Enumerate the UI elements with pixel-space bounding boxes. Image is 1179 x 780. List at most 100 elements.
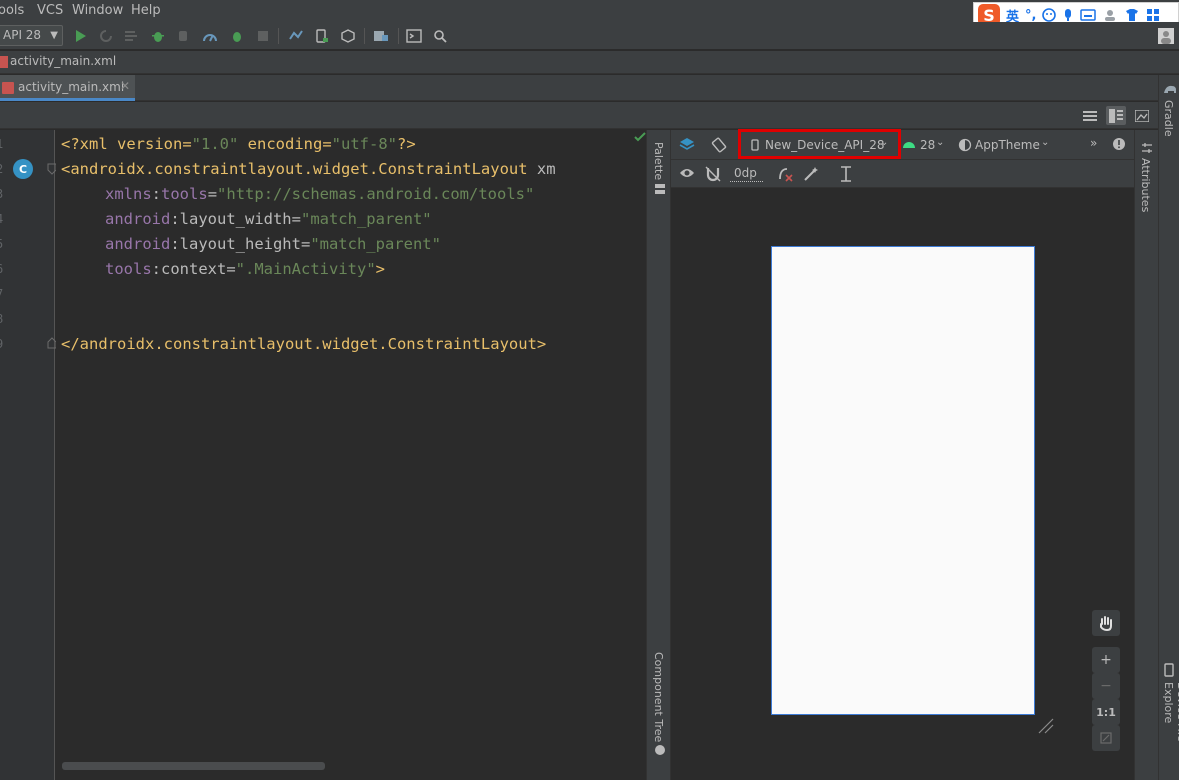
horizontal-scrollbar[interactable] xyxy=(62,762,325,770)
root-close-tag: </androidx.constraintlayout.widget.Const… xyxy=(61,335,547,353)
code-editor[interactable]: <?xml version="1.0" encoding="utf-8"?> <… xyxy=(56,130,646,780)
profile-icon[interactable] xyxy=(201,27,219,45)
code-line-5: android:layout_height="match_parent" xyxy=(105,235,441,253)
resize-handle-icon[interactable] xyxy=(1037,717,1055,735)
account-avatar-icon[interactable] xyxy=(1157,27,1175,45)
menu-help[interactable]: Help xyxy=(131,3,161,18)
breadcrumb[interactable]: activity_main.xml xyxy=(10,54,116,68)
menu-window[interactable]: Window xyxy=(72,3,123,18)
run-config-combo[interactable]: API 28 ▼ xyxy=(0,25,63,46)
terminal-icon[interactable] xyxy=(405,27,423,45)
stop-icon[interactable] xyxy=(254,27,272,45)
device-file-explorer-tab[interactable]: Device File Explore xyxy=(1162,682,1179,780)
xml-decl-open: <?xml version= xyxy=(61,135,192,153)
design-surface-layers-icon[interactable] xyxy=(679,137,695,153)
autoconnect-magnet-icon[interactable] xyxy=(705,166,721,182)
attributes-stripe: Attributes xyxy=(1134,130,1158,780)
apply-changes-icon[interactable] xyxy=(97,27,115,45)
debug-attach-icon[interactable] xyxy=(228,27,246,45)
line-number: 8 xyxy=(0,312,3,326)
theme-selector-label[interactable]: AppTheme xyxy=(975,138,1040,152)
default-margin-field[interactable]: 0dp xyxy=(730,165,763,182)
device-preview-screen[interactable] xyxy=(771,246,1035,715)
project-structure-icon[interactable] xyxy=(372,27,390,45)
palette-icon xyxy=(655,184,665,194)
ime-punct-icon[interactable]: °, xyxy=(1025,8,1036,23)
right-tool-stripe: Gradle Device File Explore xyxy=(1158,75,1179,780)
xml-encoding-value: "utf-8" xyxy=(331,135,397,153)
device-icon xyxy=(1164,663,1174,677)
view-options-eye-icon[interactable] xyxy=(679,167,695,179)
tab-activity-main[interactable]: activity_main.xml ✕ xyxy=(0,75,135,101)
toolbar-separator xyxy=(398,28,399,44)
attr-colon: : xyxy=(151,185,162,203)
search-icon[interactable] xyxy=(431,27,449,45)
attributes-panel-tab[interactable]: Attributes xyxy=(1139,158,1152,212)
avd-manager-icon[interactable] xyxy=(313,27,331,45)
api-level-label[interactable]: 28 xyxy=(920,138,935,152)
toolbox-grid-icon[interactable] xyxy=(1146,8,1160,22)
attr-value: "http://schemas.android.com/tools" xyxy=(217,185,535,203)
zoom-controls: + − 1:1 xyxy=(1092,610,1120,753)
clear-constraints-icon[interactable] xyxy=(777,166,793,182)
zoom-actual-size-button[interactable]: 1:1 xyxy=(1092,699,1120,725)
chevron-down-icon: ⌄ xyxy=(936,137,945,148)
chevron-down-icon: ⌄ xyxy=(1041,137,1050,148)
code-view-icon[interactable] xyxy=(1080,106,1100,125)
debug-icon[interactable] xyxy=(149,27,167,45)
run-config-label: API 28 xyxy=(3,28,42,42)
attr-name: :layout_height= xyxy=(170,235,311,253)
close-icon[interactable]: ✕ xyxy=(120,79,130,93)
palette-panel-tab[interactable]: Palette xyxy=(652,142,665,180)
device-selector-highlight xyxy=(738,129,901,159)
skin-shirt-icon[interactable] xyxy=(1124,8,1140,22)
line-number: 7 xyxy=(0,287,3,301)
infer-constraints-wand-icon[interactable] xyxy=(803,166,819,182)
attr-namespace: xmlns xyxy=(105,185,152,203)
attributes-icon xyxy=(1142,143,1152,153)
guidelines-icon[interactable] xyxy=(839,166,853,182)
overflow-chevron-icon[interactable]: » xyxy=(1090,136,1097,150)
gradle-panel-tab[interactable]: Gradle xyxy=(1162,100,1175,137)
line-number: 1 xyxy=(0,137,3,151)
component-tree-panel-tab[interactable]: Component Tree xyxy=(652,652,665,742)
menu-vcs[interactable]: VCS xyxy=(37,3,63,18)
design-view-icon[interactable] xyxy=(1132,106,1152,125)
run-icon[interactable] xyxy=(72,27,90,45)
split-view-icon[interactable] xyxy=(1106,106,1126,125)
microphone-icon[interactable] xyxy=(1062,8,1074,22)
apply-code-changes-icon[interactable] xyxy=(123,27,141,45)
attr-value: ".MainActivity" xyxy=(235,260,376,278)
zoom-in-button[interactable]: + xyxy=(1092,647,1120,673)
xml-decl-close: ?> xyxy=(396,135,416,153)
xml-encoding-attr: encoding= xyxy=(238,135,332,153)
attr-eq: = xyxy=(207,185,218,203)
emoji-icon[interactable] xyxy=(1042,8,1057,22)
warning-info-icon[interactable] xyxy=(1112,137,1126,151)
zoom-to-fit-icon[interactable] xyxy=(1092,725,1120,751)
attr-name: :context= xyxy=(151,260,236,278)
tab-label: activity_main.xml xyxy=(18,80,125,94)
pan-hand-icon[interactable] xyxy=(1092,610,1120,636)
code-line-4: android:layout_width="match_parent" xyxy=(105,210,432,228)
xml-file-icon xyxy=(2,82,14,94)
editor-tab-bar: activity_main.xml ✕ xyxy=(0,75,1158,101)
sync-gradle-icon[interactable] xyxy=(287,27,305,45)
keyboard-icon[interactable] xyxy=(1080,9,1097,21)
xml-file-icon xyxy=(0,56,8,68)
user-icon[interactable] xyxy=(1102,8,1118,22)
line-number: 4 xyxy=(0,212,3,226)
code-line-6: tools:context=".MainActivity"> xyxy=(105,260,385,278)
attach-debugger-icon[interactable] xyxy=(175,27,193,45)
navigation-bar: activity_main.xml xyxy=(0,51,1179,74)
code-line-3: xmlns:tools="http://schemas.android.com/… xyxy=(105,185,534,203)
attr-namespace: android xyxy=(105,235,171,253)
gradle-elephant-icon xyxy=(1164,85,1176,93)
zoom-out-button[interactable]: − xyxy=(1092,673,1120,699)
class-badge-icon[interactable]: C xyxy=(13,159,33,179)
sdk-manager-icon[interactable] xyxy=(339,27,357,45)
menu-tools[interactable]: ools xyxy=(0,3,24,18)
orientation-rotate-icon[interactable] xyxy=(711,137,727,153)
android-api-icon xyxy=(903,142,915,148)
globe-icon xyxy=(655,745,665,755)
